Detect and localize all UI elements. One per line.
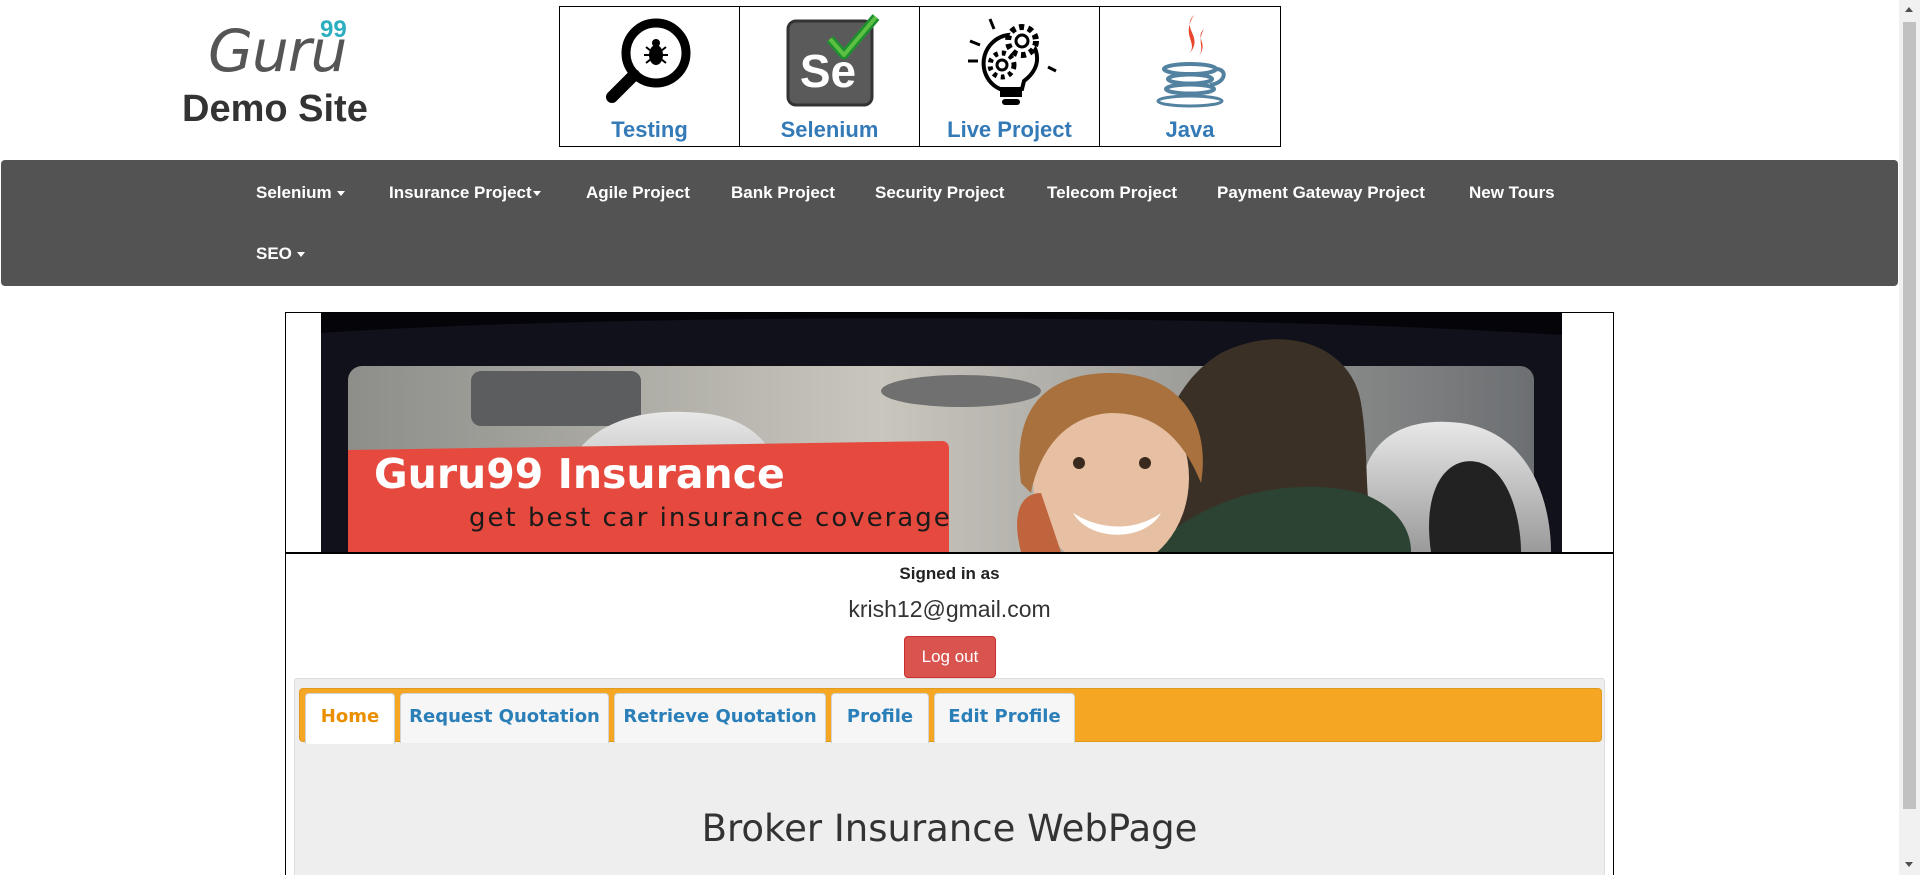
category-live-project[interactable]: Live Project [920,7,1100,146]
nav-item-label: Agile Project [586,183,690,202]
nav-item-selenium[interactable]: Selenium [256,183,345,203]
tab-edit-profile[interactable]: Edit Profile [934,693,1075,743]
category-label: Testing [611,117,688,142]
tab-request-quotation[interactable]: Request Quotation [400,693,609,743]
nav-item-security-project[interactable]: Security Project [875,183,1004,203]
category-label: Selenium [780,117,879,142]
caret-down-icon [296,252,305,258]
nav-item-label: Selenium [256,183,332,202]
page-title: Broker Insurance WebPage [701,807,1198,850]
content-box: Home Request Quotation Retrieve Quotatio… [294,678,1605,875]
tab-home[interactable]: Home [305,693,395,744]
nav-item-bank-project[interactable]: Bank Project [731,183,835,203]
banner-divider [286,552,1613,554]
category-label: Live Project [947,117,1072,142]
caret-down-icon [532,191,541,197]
nav-item-label: Bank Project [731,183,835,202]
scroll-up-arrow-icon[interactable] [1905,7,1913,12]
nav-item-seo[interactable]: SEO [256,244,305,264]
nav-item-label: Payment Gateway Project [1217,183,1425,202]
gear-lightbulb-icon [967,18,1057,105]
nav-item-telecom-project[interactable]: Telecom Project [1047,183,1177,203]
nav-item-label: Insurance Project [389,183,532,202]
nav-item-insurance-project[interactable]: Insurance Project [389,183,541,203]
nav-item-agile-project[interactable]: Agile Project [586,183,690,203]
tabs-bar: Home Request Quotation Retrieve Quotatio… [299,688,1602,744]
logo-superscript: 99 [320,16,347,43]
tab-profile[interactable]: Profile [831,693,929,743]
category-testing[interactable]: Testing [560,7,740,146]
category-label: Java [1165,117,1215,142]
nav-item-label: Telecom Project [1047,183,1178,202]
page-scrollbar[interactable] [1899,0,1920,875]
nav-item-payment-gateway-project[interactable]: Payment Gateway Project [1217,183,1425,203]
user-email: krish12@gmail.com [848,596,1051,622]
nav-item-label: Security Project [875,183,1005,202]
insurance-banner: Guru99 Insurance get best car insurance … [321,313,1562,552]
banner-title: Guru99 Insurance [374,450,785,498]
signed-in-label: Signed in as [899,564,1000,583]
main-navbar: Selenium Insurance Project Agile Project… [1,160,1898,286]
nav-item-new-tours[interactable]: New Tours [1469,183,1555,203]
banner-tagline: get best car insurance coverage [469,503,952,533]
scroll-down-arrow-icon[interactable] [1905,862,1913,867]
logout-button[interactable]: Log out [904,636,996,678]
java-cup-icon [1156,15,1226,108]
category-selenium[interactable]: Se Selenium [740,7,920,146]
site-logo[interactable]: Guru 99 Demo Site [178,10,382,140]
nav-item-label: New Tours [1469,183,1555,202]
scrollbar-thumb[interactable] [1903,22,1916,809]
nav-item-label: SEO [256,244,292,263]
category-java[interactable]: Java [1100,7,1280,146]
category-strip: Testing Se Selenium Live Project Java [559,6,1281,147]
caret-down-icon [336,191,345,197]
main-panel: Guru99 Insurance get best car insurance … [285,312,1614,875]
magnifier-bug-icon [605,18,690,103]
logo-subtitle: Demo Site [182,88,368,130]
selenium-se-check-icon: Se [786,14,879,107]
tab-retrieve-quotation[interactable]: Retrieve Quotation [614,693,826,743]
